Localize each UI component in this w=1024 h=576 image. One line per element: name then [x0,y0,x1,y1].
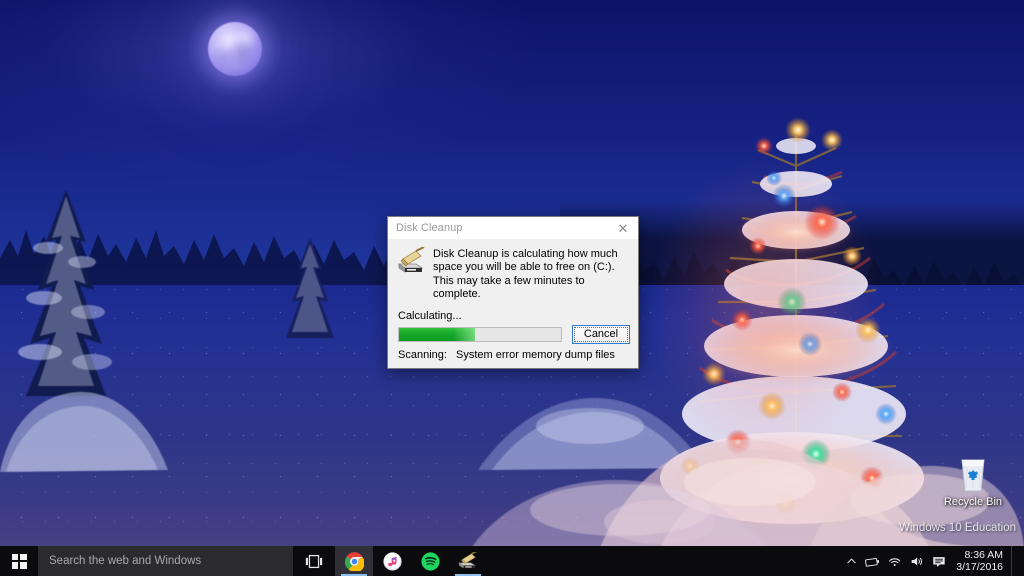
background-pine-mid [286,238,334,338]
cancel-button[interactable]: Cancel [572,324,630,344]
dialog-titlebar[interactable]: Disk Cleanup ✕ [388,217,638,239]
taskbar-app-disk-cleanup[interactable] [449,546,487,576]
volume-icon [911,557,922,565]
task-view-button[interactable] [293,546,335,576]
battery-button[interactable] [862,546,884,576]
foreground-snow-drift-bottom-left [470,479,770,550]
show-desktop-button[interactable] [1011,546,1018,576]
itunes-icon [382,551,402,571]
desktop-icon-recycle-bin[interactable]: Recycle Bin [936,450,1010,508]
recycle-bin-icon [953,450,993,494]
spotify-icon [420,551,440,571]
taskbar-app-spotify[interactable] [411,546,449,576]
disk-cleanup-dialog: Disk Cleanup ✕ Disk Cleanup is calculati… [387,216,639,369]
action-center-icon [933,556,945,567]
clock-time: 8:36 AM [964,549,1003,561]
dialog-message-row: Disk Cleanup is calculating how much spa… [396,245,630,308]
scanning-target: System error memory dump files [456,348,615,361]
chrome-icon [344,551,364,571]
disk-cleanup-taskbar-icon [458,552,478,569]
progress-row: Cancel [398,324,630,344]
cancel-button-label: Cancel [583,328,619,341]
moon [208,22,262,76]
search-placeholder: Search the web and Windows [49,555,202,567]
search-input[interactable]: Search the web and Windows [38,546,293,576]
dialog-body: Disk Cleanup is calculating how much spa… [388,239,638,368]
taskbar-app-itunes[interactable] [373,546,411,576]
scanning-status: Scanning: System error memory dump files [396,344,630,368]
windows-logo-icon [11,553,27,569]
taskbar: Search the web and Windows 8:36 AM 3/17/… [0,546,1024,576]
progress-bar-fill [399,327,476,341]
network-button[interactable] [884,546,906,576]
close-icon[interactable]: ✕ [608,217,638,239]
clock-date: 3/17/2016 [956,561,1003,573]
task-view-icon [305,554,323,568]
wifi-icon [888,557,900,566]
dialog-message: Disk Cleanup is calculating how much spa… [433,248,618,301]
foreground-snow-mound-left [0,391,168,472]
show-hidden-icons-button[interactable] [840,546,862,576]
calculating-label: Calculating... [398,309,462,322]
disk-cleanup-icon [396,246,426,278]
clock[interactable]: 8:36 AM 3/17/2016 [950,549,1011,573]
taskbar-app-google-chrome[interactable] [335,546,373,576]
dialog-title: Disk Cleanup [396,222,463,234]
recycle-bin-label: Recycle Bin [943,496,1003,508]
taskbar-apps [335,546,487,576]
progress-bar [398,326,562,342]
chevron-up-icon [846,557,856,563]
volume-button[interactable] [906,546,928,576]
start-button[interactable] [0,546,38,576]
scanning-label: Scanning: [398,348,447,361]
windows-activation-watermark: Windows 10 Education [899,522,1016,534]
desktop-screen: Recycle Bin Windows 10 Education Disk Cl… [0,0,1024,576]
battery-icon [865,557,880,567]
system-tray: 8:36 AM 3/17/2016 [840,546,1024,576]
action-center-button[interactable] [928,546,950,576]
